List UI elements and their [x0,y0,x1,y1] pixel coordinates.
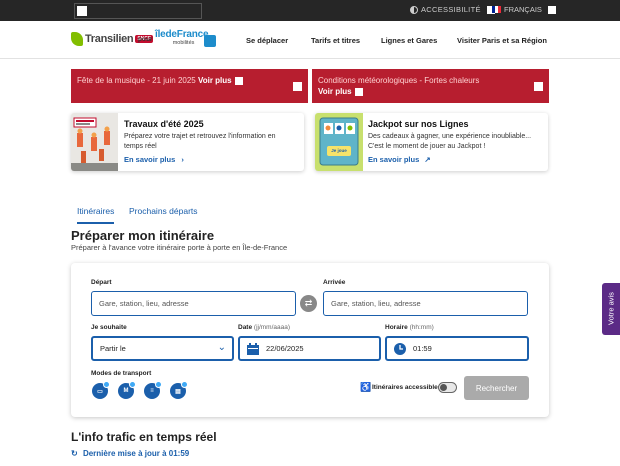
nav-visiter[interactable]: Visiter Paris et sa Région [457,36,547,45]
promo-title: Jackpot sur nos Lignes [368,119,469,129]
souhaite-label: Je souhaite [91,324,127,331]
souhaite-value: Partir le [100,344,126,353]
itinerary-form: Départ Gare, station, lieu, adresse ⇄ Ar… [71,263,549,417]
check-icon [103,381,110,388]
alert-more-link[interactable]: Voir plus [198,76,232,85]
main-header: Transilien SNCF pour îledeFrance mobilit… [0,21,620,59]
transilien-mark-icon [71,32,83,46]
travaux-illustration [71,113,118,171]
language-selector[interactable]: FRANÇAIS [492,5,556,14]
wheelchair-icon: ♿ [360,382,372,392]
accessibility-toggle[interactable]: ACCESSIBILITÉ [410,5,495,14]
planner-title: Préparer mon itinéraire [71,228,215,243]
promo-link[interactable]: En savoir plus › [124,155,184,164]
promo-title: Travaux d'été 2025 [124,119,204,129]
train-icon[interactable]: ▭ [92,381,110,399]
refresh-icon: ↻ [71,449,78,458]
date-hint: (jj/mm/aaaa) [253,324,291,331]
alert-text: Conditions météorologiques - Fortes chal… [318,76,480,85]
souhaite-select[interactable]: Partir le ⌄ [91,336,234,361]
idf-mark-icon [204,35,216,47]
jackpot-button-label: Je joue [331,148,347,153]
traffic-title: L'info trafic en temps réel [71,430,217,444]
metro-icon[interactable]: M [118,381,136,399]
transilien-wordmark: Transilien [85,33,134,45]
promo-link[interactable]: En savoir plus ↗ [368,155,431,164]
search-button[interactable]: Rechercher [464,376,529,400]
checkbox-icon [77,6,87,16]
accessibility-label: ACCESSIBILITÉ [421,5,481,14]
arrivee-label: Arrivée [323,279,346,286]
date-label-text: Date [238,324,253,331]
checkbox-icon [234,76,243,85]
swap-icon[interactable]: ⇄ [300,295,317,312]
depart-placeholder: Gare, station, lieu, adresse [99,299,189,308]
promo-card-travaux[interactable]: Travaux d'été 2025 Préparez votre trajet… [71,113,304,171]
chevron-right-icon: › [181,155,184,164]
nav-tarifs[interactable]: Tarifs et titres [311,36,360,45]
date-value: 22/06/2025 [266,344,304,353]
alert-text: Fête de la musique - 21 juin 2025 [77,76,196,85]
tram-icon[interactable]: ≡ [144,381,162,399]
check-icon [155,381,162,388]
horaire-value: 01:59 [413,344,432,353]
chevron-down-icon: ⌄ [217,342,226,353]
promo-description: Des cadeaux à gagner, une expérience ino… [368,133,532,150]
idf-wordmark: îledeFrance [155,29,209,40]
skip-link-box[interactable] [74,3,202,19]
depart-label: Départ [91,279,112,286]
date-input[interactable]: 22/06/2025 [238,336,381,361]
promo-card-jackpot[interactable]: Je joue Jackpot sur nos Lignes Des cadea… [315,113,548,171]
close-icon[interactable] [293,82,302,91]
language-label: FRANÇAIS [504,5,542,14]
horaire-hint: (hh:mm) [409,324,434,331]
idf-mobilites-logo[interactable]: îledeFrance mobilités [155,29,216,50]
french-flag-icon [492,6,501,13]
check-icon [181,381,188,388]
checkbox-icon [354,87,363,96]
idf-subtitle: mobilités [172,40,195,46]
alert-card: Conditions météorologiques - Fortes chal… [312,69,549,103]
horaire-label: Horaire (hh:mm) [385,324,434,331]
feedback-tab[interactable]: Votre avis [602,283,620,335]
arrivee-placeholder: Gare, station, lieu, adresse [331,299,421,308]
promo-link-label: En savoir plus [124,155,176,164]
nav-se-deplacer[interactable]: Se déplacer [246,36,288,45]
clock-icon [394,343,406,355]
date-label: Date (jj/mm/aaaa) [238,324,290,331]
alert-card: Fête de la musique - 21 juin 2025 Voir p… [71,69,308,103]
toggle-knob [440,384,447,391]
check-icon [129,381,136,388]
logo-connector: pour [138,36,153,43]
traffic-update-text: Dernière mise à jour à 01:59 [82,449,190,458]
planner-subtitle: Préparer à l'avance votre itinéraire por… [71,243,288,252]
tab-itineraires[interactable]: Itinéraires [77,206,115,224]
checkbox-icon [547,5,556,14]
jackpot-illustration [315,113,363,171]
horaire-label-text: Horaire [385,324,408,331]
nav-lignes-gares[interactable]: Lignes et Gares [381,36,437,45]
calendar-icon [247,343,259,355]
alert-more-link[interactable]: Voir plus [318,87,352,96]
traffic-update[interactable]: ↻ Dernière mise à jour à 01:59 [71,449,189,458]
depart-input[interactable]: Gare, station, lieu, adresse [91,291,296,316]
accessible-label: Itinéraires accessibles [372,384,442,391]
promo-description: Préparez votre trajet et retrouvez l'inf… [124,133,276,150]
external-link-icon: ↗ [424,155,431,164]
arrivee-input[interactable]: Gare, station, lieu, adresse [323,291,528,316]
contrast-icon [410,5,418,14]
tab-prochains-departs[interactable]: Prochains départs [129,206,198,216]
promo-link-label: En savoir plus [368,155,420,164]
modes-label: Modes de transport [91,370,152,377]
accessible-toggle[interactable] [438,382,457,393]
close-icon[interactable] [534,82,543,91]
bus-icon[interactable]: ▤ [170,381,188,399]
top-bar: ACCESSIBILITÉ FRANÇAIS [0,0,620,21]
horaire-input[interactable]: 01:59 [385,336,529,361]
